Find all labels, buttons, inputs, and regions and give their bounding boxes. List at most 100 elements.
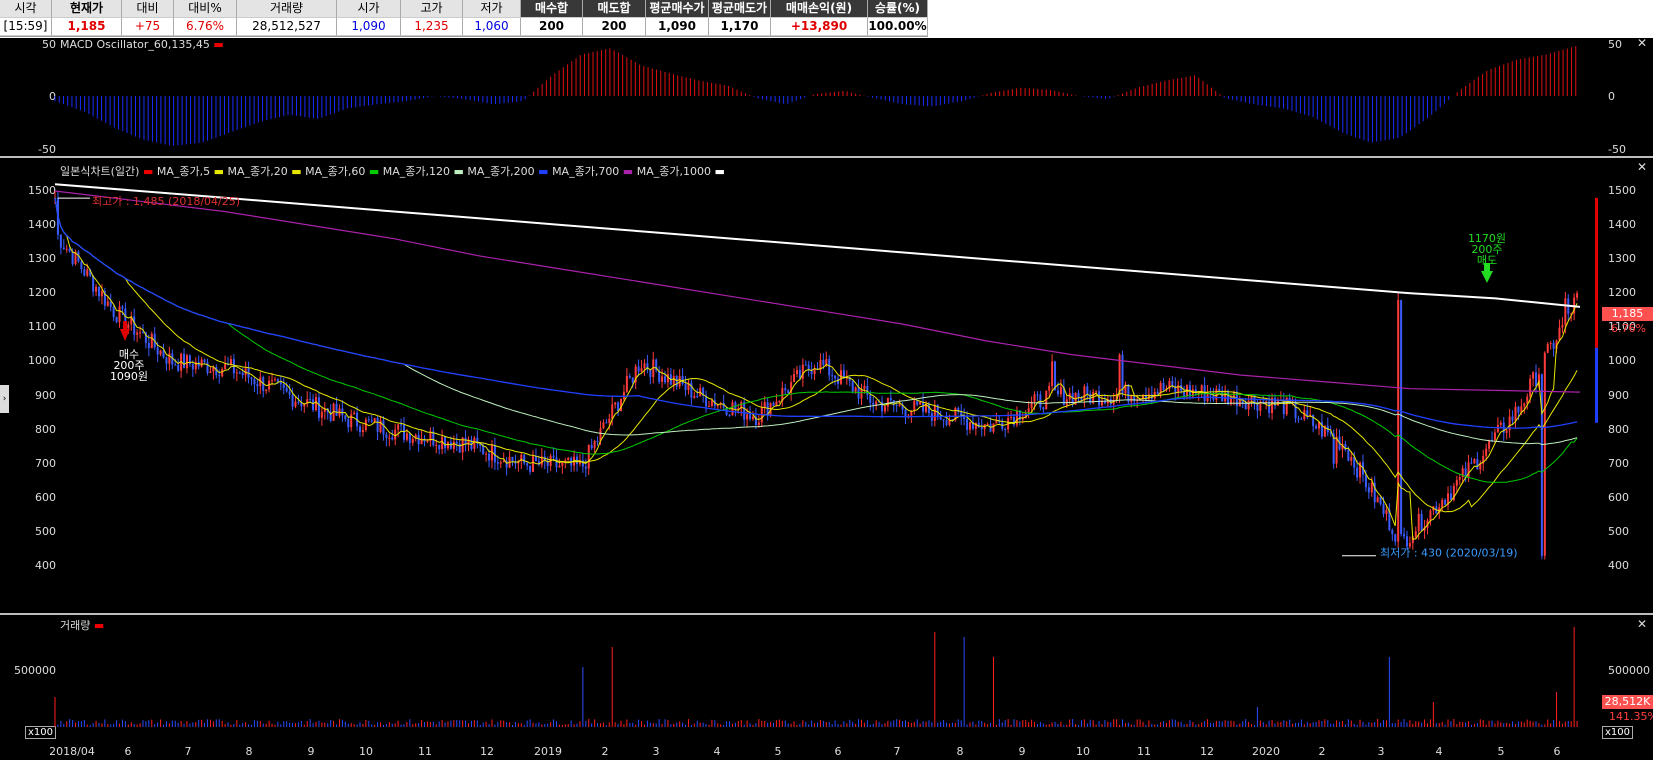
pnl-value: +13,890	[771, 18, 868, 36]
candlestick-plot: 최고가 : 1,485 (2018/04/25) 최저가 : 430 (2020/…	[54, 183, 1598, 560]
candle-body	[92, 275, 95, 292]
candle-body	[558, 465, 561, 468]
candle-body	[294, 401, 297, 407]
ma-line-60	[54, 197, 1578, 484]
col-winrate-label: 승률(%)	[868, 0, 928, 18]
candle-body	[986, 423, 989, 425]
candle-body	[320, 411, 323, 418]
candle-body	[1356, 467, 1359, 478]
candle-body	[801, 364, 804, 379]
candle-body	[1449, 493, 1452, 500]
candle-body	[969, 421, 971, 430]
candle-body	[1370, 482, 1373, 493]
candle-body	[751, 416, 754, 420]
x-tick-label: 3	[1377, 745, 1385, 758]
candle-body	[637, 366, 640, 372]
candle-body	[1526, 396, 1529, 404]
candle-body	[224, 363, 227, 370]
candle-body	[353, 412, 356, 415]
candle-body	[97, 286, 100, 297]
candle-body	[408, 433, 411, 443]
candle-body	[1499, 422, 1502, 425]
candle-body	[86, 269, 89, 276]
candle-body	[411, 438, 414, 443]
candle-body	[628, 375, 631, 378]
candle-body	[458, 443, 461, 453]
candle-body	[1224, 390, 1227, 402]
candle-body	[590, 445, 593, 449]
candle-body	[95, 286, 98, 292]
candle-body	[1546, 343, 1549, 353]
candle-body	[1517, 406, 1520, 413]
candle-body	[341, 408, 344, 416]
candle-body	[191, 364, 194, 370]
candle-body	[385, 434, 388, 438]
candle-body	[1300, 418, 1303, 420]
candle-body	[746, 414, 749, 420]
candle-body	[526, 463, 529, 466]
candle-body	[1051, 361, 1054, 386]
macd-oscillator-plot	[54, 46, 1577, 146]
candle-body	[100, 291, 103, 297]
candle-body	[1549, 343, 1552, 345]
candle-body	[400, 424, 403, 426]
candle-body	[200, 359, 203, 367]
candle-body	[1400, 300, 1403, 535]
candle-body	[787, 390, 790, 393]
candle-body	[872, 402, 875, 405]
candle-body	[1552, 343, 1555, 349]
candle-body	[1417, 513, 1420, 532]
current-pct-label: 6.76%	[1611, 322, 1646, 335]
x-tick-label: 9	[1018, 745, 1026, 758]
candle-body	[1127, 384, 1130, 402]
candle-body	[587, 445, 590, 469]
change-value: +75	[122, 18, 174, 36]
low-price-label: 최저가 : 430 (2020/03/19)	[1380, 546, 1518, 559]
candle-body	[1080, 398, 1083, 400]
candle-body	[297, 401, 300, 403]
candle-body	[482, 445, 485, 455]
candle-body	[728, 414, 731, 416]
candle-body	[1532, 372, 1535, 379]
candle-body	[118, 306, 121, 323]
candle-body	[367, 419, 370, 421]
candle-body	[446, 442, 449, 449]
candle-body	[1033, 394, 1036, 402]
candle-body	[1523, 403, 1526, 407]
change-pct-value: 6.76%	[174, 18, 237, 36]
side-expand-tab[interactable]: ›	[0, 385, 9, 413]
candle-body	[1394, 534, 1397, 542]
candle-body	[1335, 436, 1338, 464]
col-change-label: 대비	[122, 0, 174, 18]
candle-body	[904, 409, 907, 417]
avg-buy-value: 1,090	[646, 18, 709, 36]
candle-body	[203, 359, 206, 363]
candle-body	[1511, 416, 1514, 421]
candle-body	[359, 426, 361, 433]
candle-body	[834, 375, 837, 379]
col-change-pct-label: 대비%	[174, 0, 237, 18]
candle-body	[361, 430, 364, 433]
candle-body	[1297, 418, 1300, 420]
candle-body	[391, 437, 394, 440]
col-open-label: 시가	[337, 0, 401, 18]
high-price-label: 최고가 : 1,485 (2018/04/25)	[92, 195, 240, 208]
candle-body	[317, 397, 320, 418]
candle-body	[793, 374, 796, 383]
candle-body	[273, 379, 276, 381]
x-tick-label: 3	[652, 745, 660, 758]
candle-body	[1294, 402, 1297, 419]
x-tick-label: 2020	[1252, 745, 1280, 758]
candle-body	[1218, 388, 1221, 391]
candle-body	[1414, 531, 1417, 537]
candle-body	[344, 415, 347, 420]
buy-marker-label: 1090원	[110, 370, 148, 383]
x-tick-label: 8	[245, 745, 253, 758]
candle-body	[1535, 372, 1538, 387]
candle-body	[511, 456, 514, 462]
scale-bar-down	[1595, 347, 1598, 423]
candle-body	[875, 401, 878, 405]
sell-sum-value: 200	[583, 18, 646, 36]
candle-body	[995, 420, 998, 424]
buy-sum-value: 200	[521, 18, 583, 36]
